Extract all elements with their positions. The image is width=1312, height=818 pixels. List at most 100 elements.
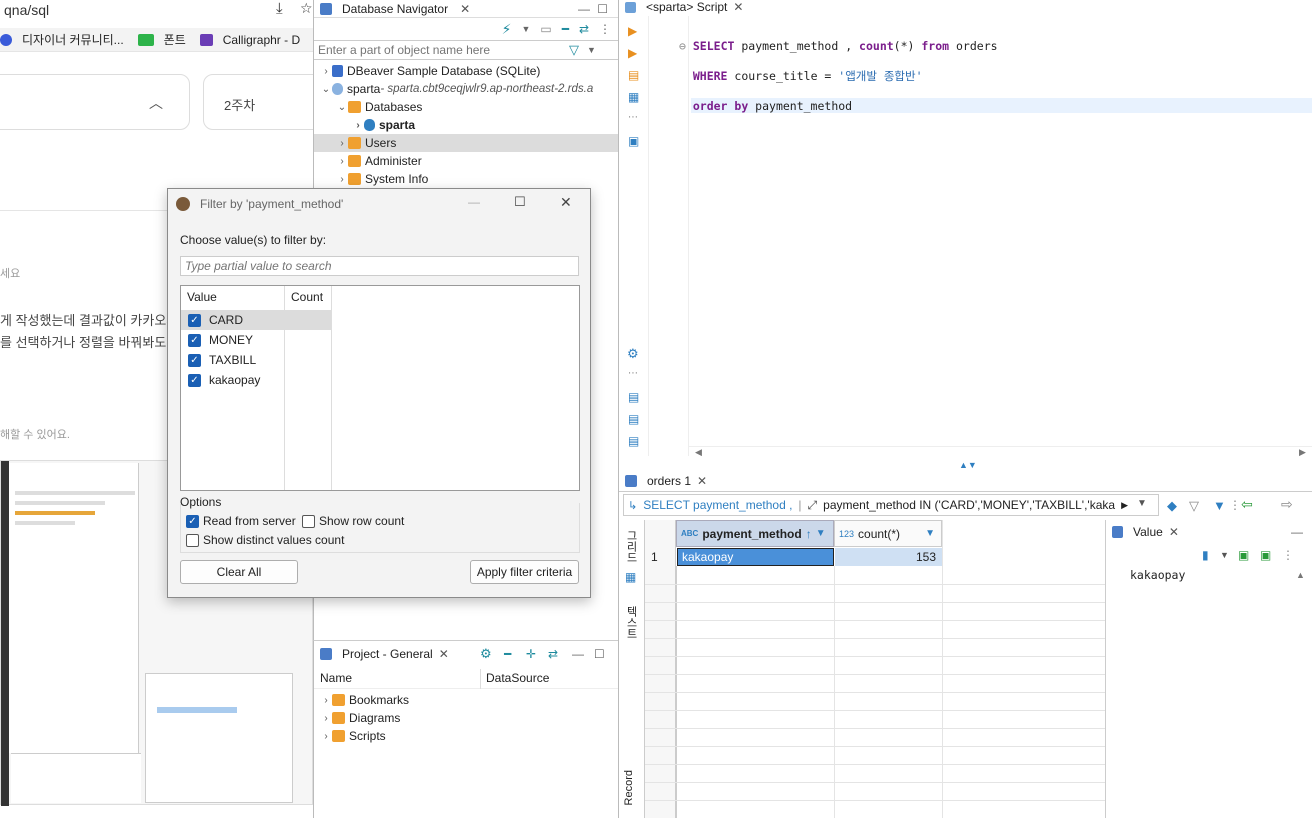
col-datasource[interactable]: DataSource — [486, 671, 549, 685]
panel-view-icon[interactable]: ▮ — [1202, 548, 1209, 562]
tab-sparta-script[interactable]: <sparta> Script ✕ — [619, 0, 1312, 14]
editor-hscrollbar[interactable]: ◀ ▶ — [689, 446, 1312, 460]
terminal-icon[interactable]: ▣ — [628, 134, 639, 148]
close-icon[interactable]: ✕ — [560, 194, 572, 211]
tab-orders-1[interactable]: orders 1 ✕ — [619, 470, 1312, 492]
maximize-icon[interactable]: ☐ — [514, 194, 526, 210]
tab-project-general[interactable]: Project - General ✕ ⚙ ━ ✛ ⇄ — ☐ — [314, 641, 618, 667]
cell-payment-method[interactable]: kakaopay — [677, 548, 834, 566]
explain-icon[interactable]: ▦ — [628, 90, 639, 104]
collapse-icon[interactable]: ━ — [504, 647, 511, 661]
tree-item-sparta-connection[interactable]: ⌄ sparta - sparta.cbt9ceqjwlr9.ap-northe… — [314, 80, 619, 98]
project-item-bookmarks[interactable]: › Bookmarks — [320, 691, 409, 709]
list-item[interactable]: ✓ kakaopay — [181, 370, 331, 390]
tab-value[interactable]: Value ✕ — — [1106, 520, 1312, 544]
list-item[interactable]: ✓ MONEY — [181, 330, 331, 350]
tree-item-system-info[interactable]: › System Info — [314, 170, 619, 188]
save-icon[interactable]: ▣ — [1238, 548, 1249, 562]
tab-text-view[interactable]: 텍스트 — [623, 606, 639, 639]
export-icon[interactable]: ▤ — [628, 390, 639, 404]
bookmark-2[interactable]: 폰트 — [137, 31, 186, 48]
filter-dropdown-icon[interactable]: ▼ — [587, 45, 596, 55]
back-icon[interactable]: ⇦ — [1241, 496, 1253, 513]
tab-record-view[interactable]: Record — [623, 770, 635, 805]
expand-icon[interactable]: ⤢ — [808, 498, 818, 513]
filter-dropdown-icon[interactable]: ▼ — [925, 528, 935, 539]
execute-icon[interactable]: ▶ — [628, 24, 637, 38]
minimize-icon[interactable]: — — [468, 195, 480, 209]
tree-item-sample-db[interactable]: › DBeaver Sample Database (SQLite) — [314, 62, 619, 80]
checkbox-taxbill[interactable]: ✓ — [188, 353, 201, 368]
col-value[interactable]: Value — [181, 286, 284, 308]
close-icon[interactable]: ✕ — [460, 2, 470, 16]
table-row[interactable]: 1 kakaopay 153 — [645, 548, 942, 566]
close-icon[interactable]: ✕ — [439, 647, 449, 661]
col-header-payment-method[interactable]: ABC payment_method ↑ ▼ — [676, 520, 834, 547]
values-table[interactable]: Value Count ✓ CARD ✓ MONEY ✓ TAXBILL ✓ k… — [180, 285, 580, 491]
filter-bar[interactable]: ↳ SELECT payment_method , | ⤢ payment_me… — [623, 494, 1159, 516]
add-icon[interactable]: ✛ — [526, 647, 536, 661]
option-read-from-server[interactable]: ✓ Read from server — [186, 514, 296, 528]
minimize-icon[interactable]: — — [572, 647, 584, 661]
bookmark-star-icon[interactable]: ☆ — [300, 0, 313, 17]
dropdown-arrow-icon[interactable]: ▼ — [1220, 550, 1229, 560]
execute-script-icon[interactable]: ▤ — [628, 68, 639, 82]
tree-item-administer[interactable]: › Administer — [314, 152, 619, 170]
project-item-scripts[interactable]: › Scripts — [320, 727, 409, 745]
clear-all-button[interactable]: Clear All — [180, 560, 298, 584]
execute-statement-icon[interactable]: ▶ — [628, 46, 637, 60]
scroll-up-icon[interactable]: ▲ — [1296, 570, 1305, 580]
option-distinct-values[interactable]: Show distinct values count — [186, 533, 344, 547]
splitter-arrows-icon[interactable]: ▲▼ — [959, 460, 977, 470]
filter-criteria-text[interactable]: payment_method IN ('CARD','MONEY','TAXBI… — [823, 498, 1115, 512]
bookmark-3[interactable]: Calligraphr - D — [199, 33, 300, 47]
bookmark-1[interactable]: 디자이너 커뮤니티... — [0, 31, 124, 48]
gear-icon[interactable]: ⚙ — [480, 646, 492, 662]
erase-filter-icon[interactable]: ◆ — [1167, 498, 1177, 514]
forward-icon[interactable]: ⇨ — [1281, 496, 1293, 513]
tree-item-sparta-db[interactable]: › sparta — [314, 116, 619, 134]
collapse-all-icon[interactable]: ━ — [562, 22, 569, 36]
sort-asc-icon[interactable]: ↑ — [806, 527, 812, 541]
fold-icon[interactable]: ⊖ — [679, 39, 686, 53]
filter-icon[interactable]: ▽ — [569, 42, 579, 58]
list-item[interactable]: ✓ CARD — [181, 310, 331, 330]
value-search-input[interactable] — [180, 256, 579, 276]
apply-filter-button[interactable]: Apply filter criteria — [470, 560, 579, 584]
collapse-section[interactable]: ︿ — [0, 74, 190, 130]
project-item-diagrams[interactable]: › Diagrams — [320, 709, 409, 727]
option-show-row-count[interactable]: Show row count — [302, 514, 404, 528]
new-folder-icon[interactable]: ▭ — [540, 22, 551, 36]
close-icon[interactable]: ✕ — [1169, 525, 1179, 539]
download-icon[interactable]: ⤓ — [276, 0, 283, 17]
navigator-filter-input[interactable] — [314, 41, 569, 59]
col-header-count[interactable]: 123 count(*) ▼ — [834, 520, 942, 547]
save-to-file-icon[interactable]: ▣ — [1260, 548, 1271, 562]
new-connection-icon[interactable]: ⚡ — [502, 21, 512, 38]
list-item[interactable]: ✓ TAXBILL — [181, 350, 331, 370]
gear-icon[interactable]: ⚙ — [627, 346, 639, 362]
minimize-icon[interactable]: — — [578, 2, 590, 16]
tree-item-databases[interactable]: ⌄ Databases — [314, 98, 619, 116]
format-icon[interactable]: ▤ — [628, 434, 639, 448]
link-editor-icon[interactable]: ⇄ — [579, 22, 589, 36]
col-count[interactable]: Count — [285, 286, 331, 308]
maximize-icon[interactable]: ☐ — [594, 647, 605, 661]
address-bar[interactable]: qna/sql ⤓ ☆ — [0, 0, 313, 24]
close-icon[interactable]: ✕ — [697, 474, 707, 488]
checkbox-kakaopay[interactable]: ✓ — [188, 373, 201, 388]
week-chip[interactable]: 2주차 — [203, 74, 313, 130]
maximize-icon[interactable]: ☐ — [597, 2, 608, 16]
tab-database-navigator[interactable]: Database Navigator ✕ — ☐ — [314, 0, 618, 18]
checkbox-card[interactable]: ✓ — [188, 313, 201, 328]
grid-view-icon[interactable]: ▦ — [625, 570, 636, 584]
import-icon[interactable]: ▤ — [628, 412, 639, 426]
checkbox-money[interactable]: ✓ — [188, 333, 201, 348]
dropdown-arrow-icon[interactable]: ▼ — [521, 24, 530, 34]
minimize-icon[interactable]: — — [1291, 525, 1303, 539]
link-icon[interactable]: ⇄ — [548, 647, 558, 661]
col-name[interactable]: Name — [320, 671, 352, 685]
filter-history-icon[interactable]: ▼ — [1137, 498, 1147, 509]
filter-settings-icon[interactable]: ▽ — [1189, 498, 1199, 514]
cell-count[interactable]: 153 — [835, 548, 942, 566]
